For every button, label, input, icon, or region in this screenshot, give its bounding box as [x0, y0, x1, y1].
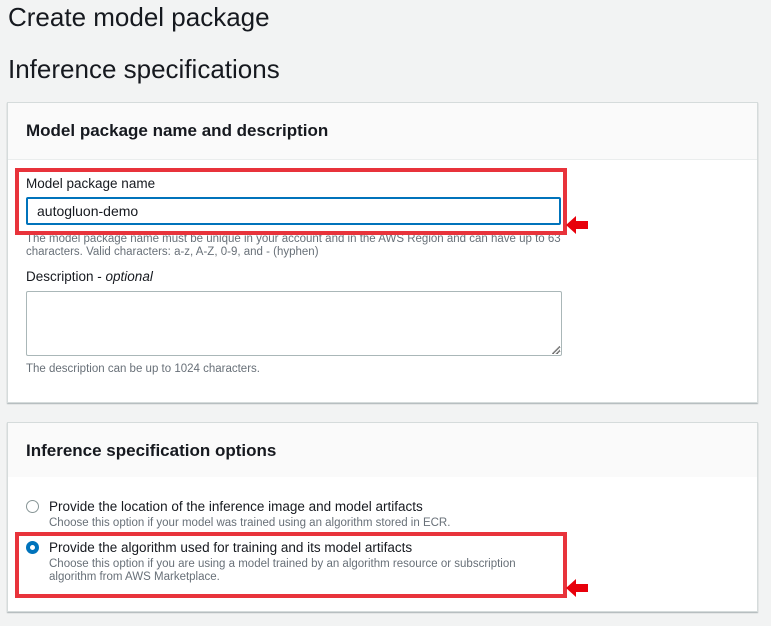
name-description-panel: Model package name and description Model… — [7, 102, 758, 403]
description-label-text: Description — [26, 269, 94, 284]
radio-button[interactable] — [26, 500, 39, 513]
option-description: Choose this option if you are using a mo… — [49, 558, 516, 583]
radio-button-selected[interactable] — [26, 541, 39, 554]
option-label[interactable]: Provide the location of the inference im… — [49, 499, 423, 514]
model-package-name-label: Model package name — [26, 176, 156, 191]
option-description: Choose this option if your model was tra… — [49, 517, 451, 529]
page-title: Create model package — [8, 2, 270, 32]
panel-header: Model package name and description — [8, 103, 757, 160]
optional-tag: optional — [105, 269, 153, 284]
panel-header: Inference specification options — [8, 423, 757, 477]
inference-options-panel: Inference specification options Provide … — [7, 422, 758, 612]
description-textarea[interactable] — [26, 291, 562, 356]
description-separator: - — [93, 269, 106, 284]
description-hint: The description can be up to 1024 charac… — [26, 363, 260, 375]
left-arrow-icon — [566, 579, 588, 597]
resize-grip-icon[interactable] — [552, 346, 560, 354]
panel-title: Inference specification options — [26, 441, 277, 460]
description-label: Description - optional — [26, 269, 153, 284]
panel-title: Model package name and description — [26, 121, 329, 140]
option-label[interactable]: Provide the algorithm used for training … — [49, 540, 412, 555]
model-package-name-hint: The model package name must be unique in… — [26, 233, 561, 258]
left-arrow-icon — [566, 216, 588, 234]
section-title: Inference specifications — [8, 54, 280, 84]
model-package-name-input[interactable] — [26, 197, 561, 225]
